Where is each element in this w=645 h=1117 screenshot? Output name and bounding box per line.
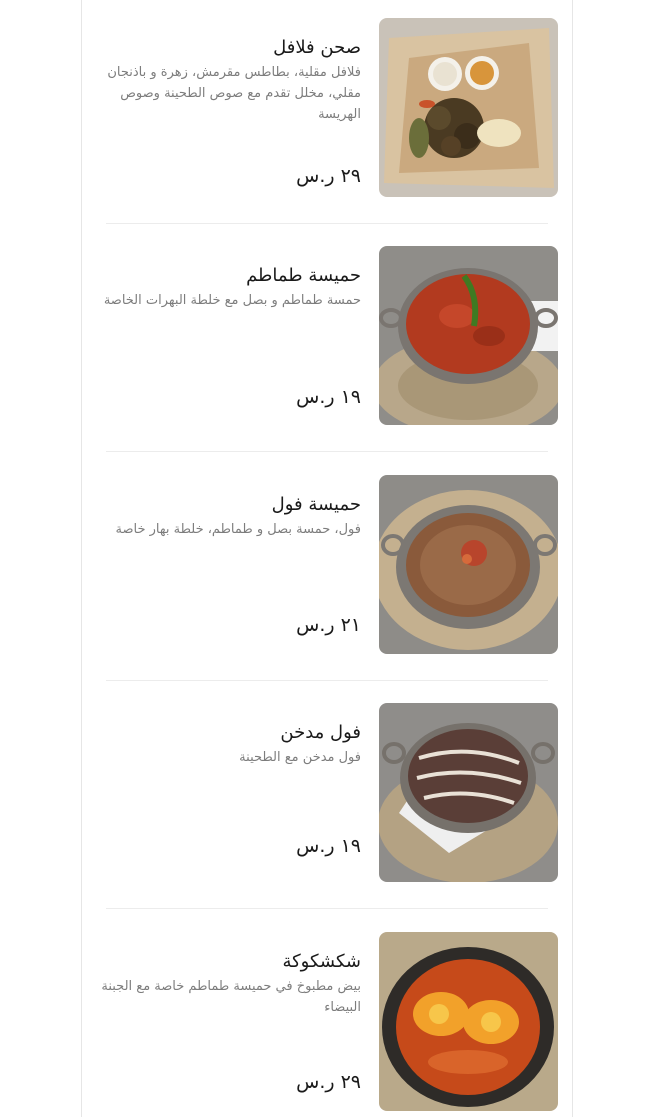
menu-item-fava-stew[interactable]: حميسة فول فول، حمسة بصل و طماطم، خلطة به… xyxy=(82,475,572,655)
item-divider xyxy=(106,451,548,452)
falafel-plate-image[interactable] xyxy=(379,18,558,197)
smoked-fava-image[interactable] xyxy=(379,703,558,882)
menu-item-price: ٢٩ ر.س xyxy=(296,165,361,187)
menu-item-title: صحن فلافل xyxy=(273,37,361,58)
menu-item-description: فلافل مقلية، بطاطس مقرمش، زهرة و باذنجان… xyxy=(107,65,361,122)
tomato-stew-image[interactable] xyxy=(379,246,558,425)
menu-item-shakshuka[interactable]: شكشكوكة بيض مطبوخ في حميسة طماطم خاصة مع… xyxy=(82,932,572,1112)
menu-item-price: ٢٩ ر.س xyxy=(296,1071,361,1093)
item-divider xyxy=(106,223,548,224)
menu-item-price: ١٩ ر.س xyxy=(296,386,361,408)
menu-item-text: شكشكوكة بيض مطبوخ في حميسة طماطم خاصة مع… xyxy=(101,950,361,1018)
menu-item-text: صحن فلافل فلافل مقلية، بطاطس مقرمش، زهرة… xyxy=(101,36,361,125)
menu-item-description: بيض مطبوخ في حميسة طماطم خاصة مع الجبنة … xyxy=(101,979,361,1015)
menu-item-text: حميسة فول فول، حمسة بصل و طماطم، خلطة به… xyxy=(101,493,361,540)
item-divider xyxy=(106,908,548,909)
shakshuka-image[interactable] xyxy=(379,932,558,1111)
menu-item-smoked-fava[interactable]: فول مدخن فول مدخن مع الطحينة ١٩ ر.س xyxy=(82,703,572,883)
menu-item-description: فول مدخن مع الطحينة xyxy=(239,750,361,765)
menu-item-description: فول، حمسة بصل و طماطم، خلطة بهار خاصة xyxy=(115,522,361,537)
menu-item-title: حميسة طماطم xyxy=(246,265,361,286)
menu-item-falafel-plate[interactable]: صحن فلافل فلافل مقلية، بطاطس مقرمش، زهرة… xyxy=(82,18,572,198)
fava-stew-image[interactable] xyxy=(379,475,558,654)
menu-item-price: ١٩ ر.س xyxy=(296,835,361,857)
menu-panel: صحن فلافل فلافل مقلية، بطاطس مقرمش، زهرة… xyxy=(81,0,573,1117)
menu-item-title: شكشكوكة xyxy=(282,951,361,972)
menu-item-text: فول مدخن فول مدخن مع الطحينة xyxy=(101,721,361,768)
menu-item-description: حمسة طماطم و بصل مع خلطة البهرات الخاصة xyxy=(103,293,361,308)
menu-item-price: ٢١ ر.س xyxy=(296,614,361,636)
menu-item-title: حميسة فول xyxy=(271,494,361,515)
menu-item-tomato-stew[interactable]: حميسة طماطم حمسة طماطم و بصل مع خلطة الب… xyxy=(82,246,572,426)
menu-item-title: فول مدخن xyxy=(280,722,361,743)
item-divider xyxy=(106,680,548,681)
menu-item-text: حميسة طماطم حمسة طماطم و بصل مع خلطة الب… xyxy=(101,264,361,311)
